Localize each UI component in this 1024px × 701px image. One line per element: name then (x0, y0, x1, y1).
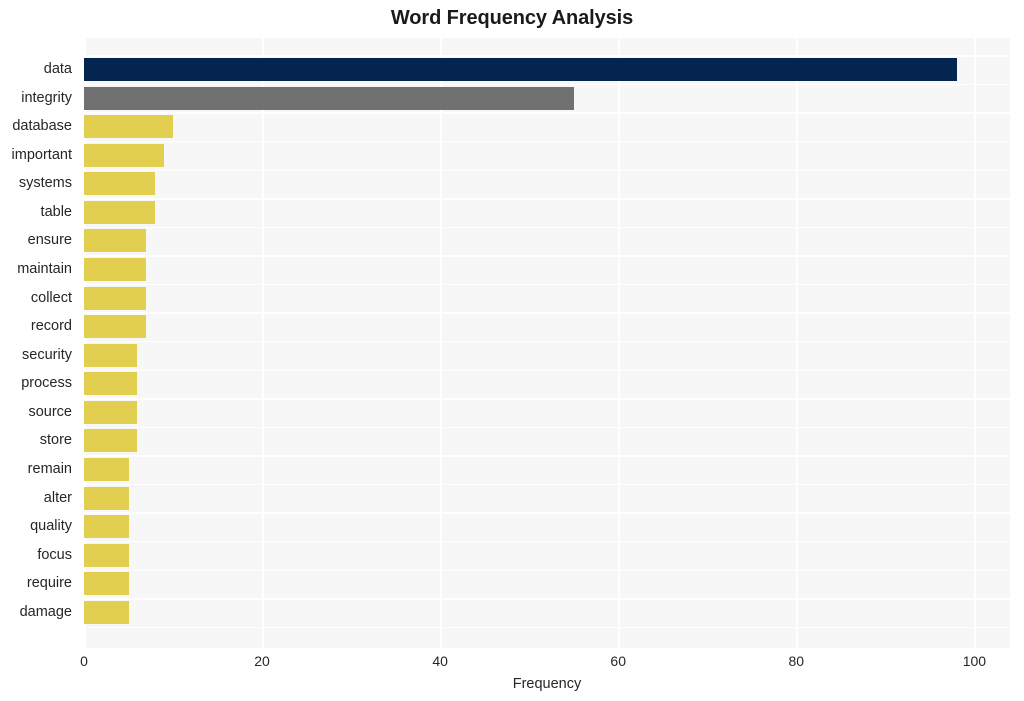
y-axis-tick-label: important (11, 146, 72, 163)
x-axis-tick-labels: 0 20 40 60 80 100 (0, 652, 1024, 676)
y-axis-tick-label: systems (18, 175, 72, 192)
chart-figure: Word Frequency Analysis data integrity dat… (0, 0, 1024, 701)
y-axis-tick-label: require (26, 575, 72, 592)
y-axis-tick-label: collect (30, 289, 72, 306)
y-axis-tick-labels: data integrity database important systems tab… (0, 38, 1024, 648)
y-axis-tick-label: store (39, 432, 72, 449)
y-axis-tick-label: table (40, 203, 72, 220)
y-axis-tick-label: maintain (17, 261, 72, 277)
x-axis-tick-label: 80 (788, 653, 805, 669)
x-axis-tick-label: 0 (80, 653, 88, 669)
x-axis-label: Frequency (512, 676, 582, 692)
x-axis-tick-label: 60 (610, 653, 626, 669)
y-axis-tick-label: integrity (21, 89, 72, 106)
y-axis-tick-label: quality (30, 518, 72, 535)
y-axis-tick-label: database (12, 118, 72, 135)
x-axis-tick-label: 20 (254, 653, 270, 669)
x-axis-tick-label: 100 (962, 653, 987, 669)
y-axis-tick-label: ensure (27, 232, 72, 249)
y-axis-tick-label: focus (37, 546, 72, 563)
y-axis-tick-label: process (21, 375, 72, 392)
y-axis-tick-label: damage (19, 603, 72, 620)
y-axis-tick-label: record (30, 318, 72, 335)
y-axis-tick-label: remain (27, 461, 72, 477)
y-axis-tick-label: data (43, 61, 72, 77)
x-axis-tick-label: 40 (432, 653, 448, 669)
y-axis-tick-label: alter (43, 489, 72, 506)
y-axis-tick-label: security (22, 346, 72, 363)
chart-title: Word Frequency Analysis (390, 7, 634, 29)
y-axis-tick-label: source (28, 403, 72, 420)
